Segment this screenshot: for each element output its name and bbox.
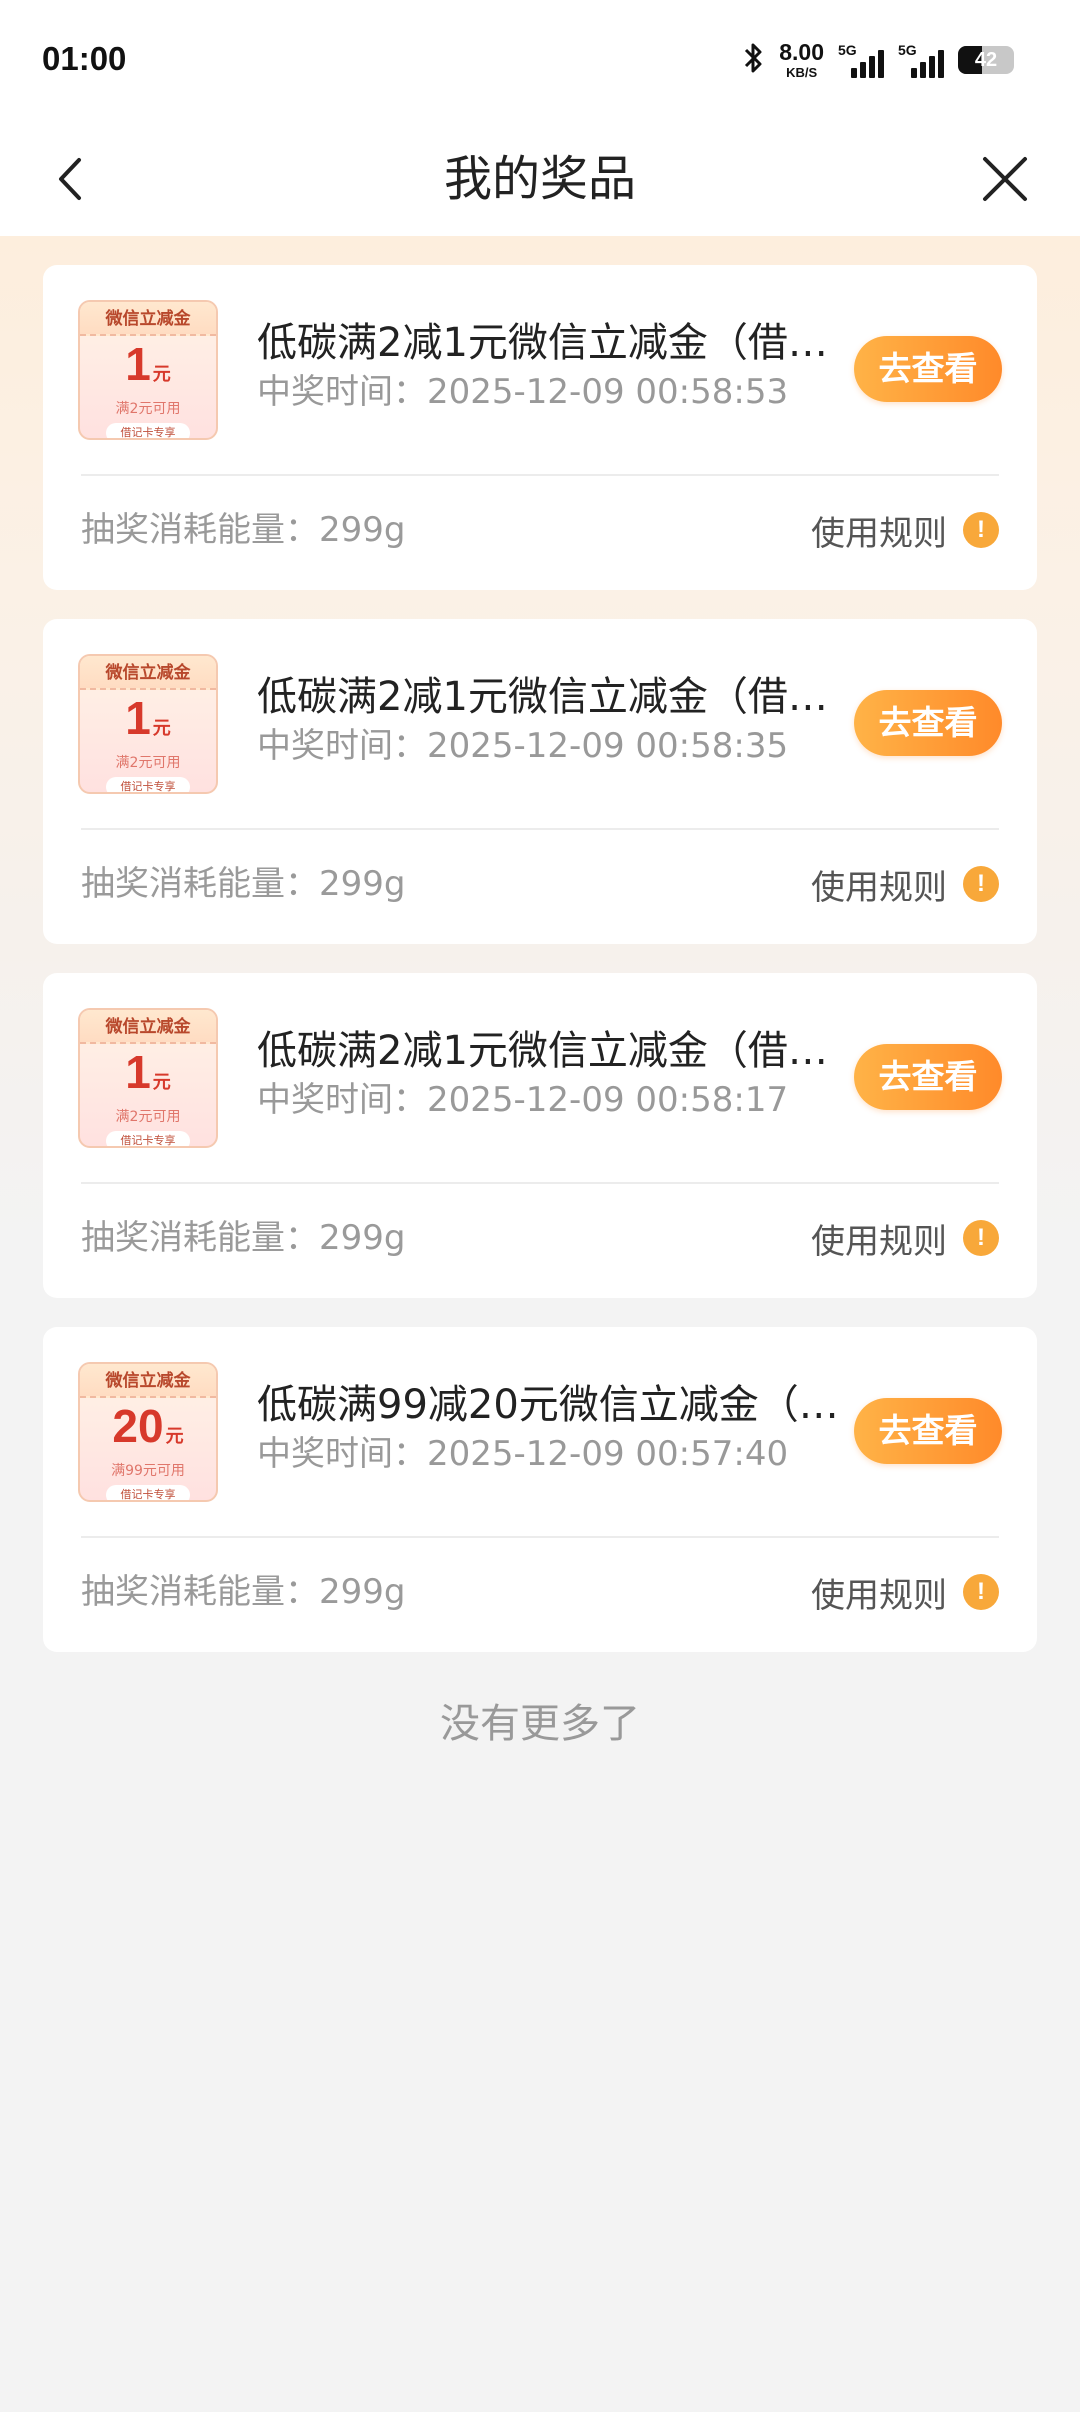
prize-list: 微信立减金 1元 满2元可用 借记卡专享 低碳满2减1元微信立减金（借记卡专享）…: [43, 265, 1037, 1681]
coupon-amount-value: 1: [125, 338, 151, 390]
coupon-condition: 满2元可用: [115, 1109, 181, 1125]
prize-title: 低碳满2减1元微信立减金（借记卡专享）: [257, 674, 857, 720]
view-prize-button[interactable]: 去查看: [854, 1044, 1002, 1110]
info-icon: !: [963, 512, 999, 548]
coupon-currency: 元: [152, 1072, 171, 1093]
status-time: 01:00: [42, 40, 127, 77]
prize-win-time: 中奖时间：2025-12-09 00:58:53: [257, 372, 789, 412]
status-bar: 01:00 8.00 KB/S 5G 5G 42: [0, 0, 1080, 120]
prizes-page: 01:00 8.00 KB/S 5G 5G 42 我的奖品 微信立减金 1 元 …: [0, 0, 1080, 2412]
prize-card: 微信立减金 1元 满2元可用 借记卡专享 低碳满2减1元微信立减金（借记卡专享）…: [43, 973, 1037, 1298]
usage-rules-label: 使用规则: [811, 867, 947, 908]
signal-icon-2: 5G: [898, 42, 944, 78]
usage-rules-link[interactable]: 使用规则 !: [811, 1213, 999, 1263]
coupon-currency: 元: [152, 718, 171, 739]
coupon-condition: 满2元可用: [115, 401, 181, 417]
network-speed: 8.00 KB/S: [779, 39, 824, 80]
coupon-amount: 20 元: [80, 1402, 216, 1461]
coupon-amount-value: 20: [112, 1400, 164, 1452]
network-speed-value: 8.00: [779, 39, 824, 65]
coupon-tag: 借记卡专享: [106, 1131, 190, 1146]
coupon-thumbnail: 微信立减金 1元 满2元可用 借记卡专享: [78, 654, 218, 794]
energy-cost: 抽奖消耗能量：299g: [81, 1218, 406, 1258]
view-prize-button[interactable]: 去查看: [854, 1398, 1002, 1464]
coupon-tag: 借记卡专享: [106, 1485, 190, 1500]
info-icon: !: [963, 1220, 999, 1256]
card-divider: [81, 1182, 999, 1184]
card-divider: [81, 828, 999, 830]
coupon-label: 微信立减金: [80, 656, 216, 690]
coupon-condition: 满2元可用: [115, 755, 181, 771]
energy-cost: 抽奖消耗能量：299g: [81, 510, 406, 550]
coupon-label: 微信立减金: [80, 302, 216, 336]
bluetooth-icon: [743, 41, 765, 79]
prize-title: 低碳满2减1元微信立减金（借记卡专享）: [257, 320, 857, 366]
coupon-amount: 1元: [80, 1048, 216, 1107]
coupon-amount: 1元: [80, 694, 216, 753]
coupon-tag: 借记卡专享: [106, 423, 190, 438]
info-icon: !: [963, 1574, 999, 1610]
prize-win-time: 中奖时间：2025-12-09 00:58:35: [257, 726, 789, 766]
coupon-condition: 满99元可用: [111, 1463, 185, 1479]
prize-card: 微信立减金 20元 满99元可用 借记卡专享 低碳满99减20元微信立减金（借记…: [43, 1327, 1037, 1652]
nav-header: 我的奖品: [0, 120, 1080, 236]
view-prize-button[interactable]: 去查看: [854, 690, 1002, 756]
no-more-text: 没有更多了: [440, 1701, 640, 1747]
energy-cost: 抽奖消耗能量：299g: [81, 1572, 406, 1612]
close-icon: [983, 157, 1027, 201]
card-divider: [81, 474, 999, 476]
coupon-thumbnail: 微信立减金 20 元 满99元可用 借记卡专享: [78, 1362, 218, 1502]
coupon-amount: 1元: [80, 340, 216, 399]
usage-rules-link[interactable]: 使用规则 !: [811, 859, 999, 909]
view-prize-button[interactable]: 去查看: [854, 336, 1002, 402]
usage-rules-link[interactable]: 使用规则 !: [811, 1567, 999, 1617]
coupon-currency: 元: [152, 364, 171, 385]
battery-icon: 42: [958, 46, 1014, 74]
prize-win-time: 中奖时间：2025-12-09 00:58:17: [257, 1080, 789, 1120]
prize-win-time: 中奖时间：2025-12-09 00:57:40: [257, 1434, 789, 1474]
network-speed-unit: KB/S: [786, 65, 818, 80]
prize-title: 低碳满99减20元微信立减金（借记卡专享）: [257, 1382, 857, 1428]
coupon-amount-value: 1: [125, 692, 151, 744]
usage-rules-label: 使用规则: [811, 1575, 947, 1616]
prize-title: 低碳满2减1元微信立减金（借记卡专享）: [257, 1028, 857, 1074]
battery-level: 42: [974, 48, 998, 71]
signal-icon: 5G: [838, 42, 884, 78]
info-icon: !: [963, 866, 999, 902]
coupon-thumbnail: 微信立减金 1元 满2元可用 借记卡专享: [78, 1008, 218, 1148]
close-button[interactable]: [970, 144, 1040, 214]
coupon-label: 微信立减金: [80, 1364, 216, 1398]
coupon-label: 微信立减金: [80, 1010, 216, 1044]
page-title: 我的奖品: [443, 151, 636, 207]
card-divider: [81, 1536, 999, 1538]
coupon-currency: 元: [165, 1426, 184, 1447]
energy-cost: 抽奖消耗能量：299g: [81, 864, 406, 904]
prize-card: 微信立减金 1元 满2元可用 借记卡专享 低碳满2减1元微信立减金（借记卡专享）…: [43, 265, 1037, 590]
usage-rules-label: 使用规则: [811, 1221, 947, 1262]
coupon-amount-value: 1: [125, 1046, 151, 1098]
coupon-tag: 借记卡专享: [106, 777, 190, 792]
status-icons: 8.00 KB/S 5G 5G 42: [743, 38, 1014, 82]
usage-rules-label: 使用规则: [811, 513, 947, 554]
usage-rules-link[interactable]: 使用规则 !: [811, 505, 999, 555]
coupon-thumbnail: 微信立减金 1元 满2元可用 借记卡专享: [78, 300, 218, 440]
prize-card: 微信立减金 1元 满2元可用 借记卡专享 低碳满2减1元微信立减金（借记卡专享）…: [43, 619, 1037, 944]
